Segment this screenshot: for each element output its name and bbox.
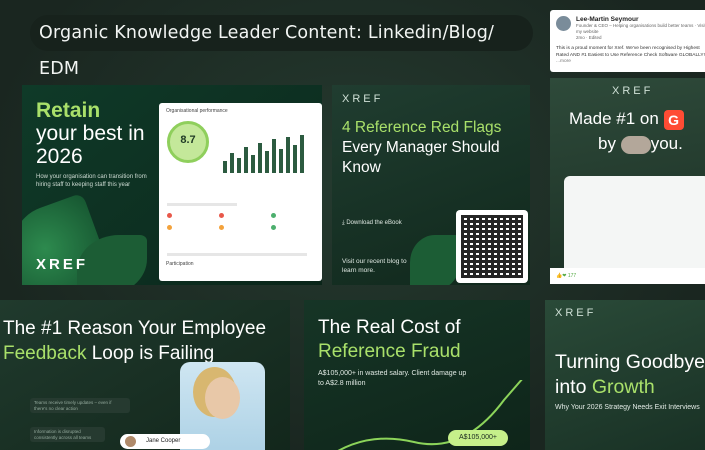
review-screenshot [564,176,705,276]
post-time: 2mo · Edited [576,35,602,40]
heading-green: Feedback [3,343,87,364]
card-heading: The Real Cost of Reference Fraud [318,316,461,364]
chat-bubble: Teams receive timely updates – even if t… [30,398,130,413]
reaction-count: 177 [567,273,577,279]
g2-award-card[interactable]: XREF Made #1 on G by you. 👍❤ 177 [550,78,705,284]
card-heading: Turning Goodbye into Growth [555,350,705,400]
cost-pill: A$105,000+ [448,430,508,446]
heading-white: Every Manager Should Know [342,139,500,176]
post-body: This is a proud moment for Xref. We've b… [556,46,705,58]
faces-image [620,135,651,154]
card-subtitle: Visit our recent blog to learn more. [342,258,407,274]
card-heading: 4 Reference Red Flags Every Manager Shou… [342,118,527,178]
dashboard-screenshot: Organisational performance 8.7 Participa… [159,103,322,281]
dashboard-bar-chart [221,133,316,173]
chat-bubble: Information is disrupted consistently ac… [30,427,105,442]
heading-green: 4 Reference Red Flags [342,119,502,136]
card-heading-white: your best in 2026 [36,122,145,168]
card-heading-line2: by you. [598,134,683,154]
heading-green: Reference Fraud [318,341,461,362]
download-ebook-label: Download the eBook [346,220,402,226]
dashboard-title: Organisational performance [166,108,228,114]
download-ebook-button[interactable]: ⤓ Download the eBook [342,217,422,229]
card-subtitle: Why Your 2026 Strategy Needs Exit Interv… [555,404,700,411]
post-footer: 👍❤ 177 [550,268,705,284]
author-headline: Founder & CEO – Helping organisations bu… [576,23,705,34]
heading-green: Growth [591,376,655,398]
heading-text: Made #1 on [569,109,659,128]
xref-logo: XREF [555,307,597,319]
canvas: Organic Knowledge Leader Content: Linked… [0,0,705,450]
participation-label: Participation [166,261,194,267]
heading-by: by [598,134,616,153]
reference-fraud-card[interactable]: The Real Cost of Reference Fraud A$105,0… [304,300,530,450]
post-text: This is a proud moment for Xref. We've b… [556,46,705,66]
card-heading-green: Retain [36,99,101,122]
heading-tail: you. [650,134,683,153]
xref-logo: XREF [342,93,384,105]
xref-logo: XREF [36,256,89,273]
linkedin-post-card[interactable]: Lee-Martin Seymour Founder & CEO – Helpi… [550,10,705,72]
author-meta: Founder & CEO – Helping organisations bu… [576,23,705,41]
card-heading: The #1 Reason Your Employee Feedback Loo… [3,316,288,366]
card-heading-line1: Made #1 on G [569,109,684,130]
heading-white: Loop is Failing [91,343,215,364]
xref-logo: XREF [612,85,654,97]
score-value: 8.7 [180,134,196,146]
card-subtitle: How your organisation can transition fro… [36,174,147,188]
heading-white: into [555,376,587,398]
retain-your-best-card[interactable]: Retain your best in 2026 How your organi… [22,85,322,285]
exit-interview-card[interactable]: XREF Turning Goodbye into Growth Why You… [545,300,705,450]
heading-white: Turning Goodbye [555,351,705,373]
heading-white: The #1 Reason Your Employee [3,318,267,339]
heading-white: The Real Cost of [318,317,461,338]
qr-code [456,210,528,283]
score-circle: 8.7 [167,121,209,163]
see-more-link[interactable]: ...more [556,59,571,64]
red-flags-card[interactable]: XREF 4 Reference Red Flags Every Manager… [332,85,530,285]
feedback-loop-card[interactable]: The #1 Reason Your Employee Feedback Loo… [0,300,290,450]
author-name[interactable]: Lee-Martin Seymour [576,16,639,23]
page-title: Organic Knowledge Leader Content: Linked… [30,15,533,79]
g2-logo-icon: G [663,109,684,130]
avatar [556,16,571,31]
person-name-tag: Jane Cooper [120,434,210,449]
